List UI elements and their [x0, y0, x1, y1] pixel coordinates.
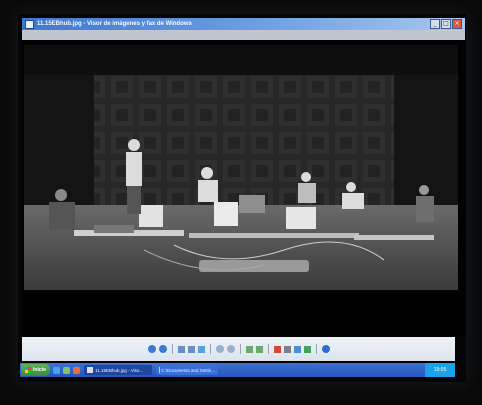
- window-frame-strip: [22, 30, 465, 40]
- window-title: 11.15EBhub.jpg - Visor de imágenes y fax…: [37, 21, 192, 27]
- system-tray: 19:05: [425, 363, 455, 377]
- quicklaunch-app-icon[interactable]: [73, 366, 81, 374]
- print-icon[interactable]: [283, 345, 291, 353]
- actual-size-icon[interactable]: [187, 345, 195, 353]
- window-titlebar[interactable]: 11.15EBhub.jpg - Visor de imágenes y fax…: [22, 18, 465, 30]
- windows-logo-icon: [25, 367, 31, 373]
- previous-image-icon[interactable]: [147, 345, 156, 353]
- edit-icon[interactable]: [303, 345, 311, 353]
- close-button[interactable]: ×: [452, 19, 462, 29]
- toolbar-separator: [315, 344, 317, 354]
- copy-to-icon[interactable]: [293, 345, 301, 353]
- quicklaunch-desktop-icon[interactable]: [63, 366, 71, 374]
- toolbar-separator: [209, 344, 211, 354]
- clock: 19:05: [433, 367, 447, 373]
- start-button[interactable]: Inicio: [21, 364, 51, 376]
- taskbar: Inicio 11.15EBhub.jpg - Viso... C:\Docum…: [20, 363, 455, 377]
- toolbar-separator: [239, 344, 241, 354]
- app-icon: [25, 19, 34, 29]
- toolbar-separator: [267, 344, 269, 354]
- help-icon[interactable]: [321, 345, 330, 353]
- concert-photo-illustration: [24, 45, 458, 290]
- best-fit-icon[interactable]: [177, 345, 185, 353]
- rotate-counterclockwise-icon[interactable]: [255, 345, 263, 353]
- rotate-clockwise-icon[interactable]: [245, 345, 253, 353]
- maximize-button[interactable]: □: [441, 19, 451, 29]
- start-label: Inicio: [33, 367, 47, 373]
- slideshow-icon[interactable]: [197, 345, 205, 353]
- minimize-button[interactable]: _: [430, 19, 440, 29]
- zoom-in-icon[interactable]: [215, 345, 224, 353]
- delete-icon[interactable]: [273, 345, 281, 353]
- quicklaunch-ie-icon[interactable]: [53, 366, 61, 374]
- displayed-photo: [24, 45, 458, 290]
- zoom-out-icon[interactable]: [226, 345, 235, 353]
- taskbar-item-explorer[interactable]: C:\Documents and Settin...: [156, 365, 219, 375]
- toolbar-separator: [171, 344, 173, 354]
- taskbar-item-label: C:\Documents and Settin...: [161, 367, 216, 373]
- image-viewer-icon: [87, 367, 94, 373]
- taskbar-item-label: 11.15EBhub.jpg - Viso...: [95, 367, 144, 373]
- taskbar-item-image-viewer[interactable]: 11.15EBhub.jpg - Viso...: [84, 365, 153, 375]
- viewer-toolbar: [22, 337, 455, 361]
- next-image-icon[interactable]: [158, 345, 167, 353]
